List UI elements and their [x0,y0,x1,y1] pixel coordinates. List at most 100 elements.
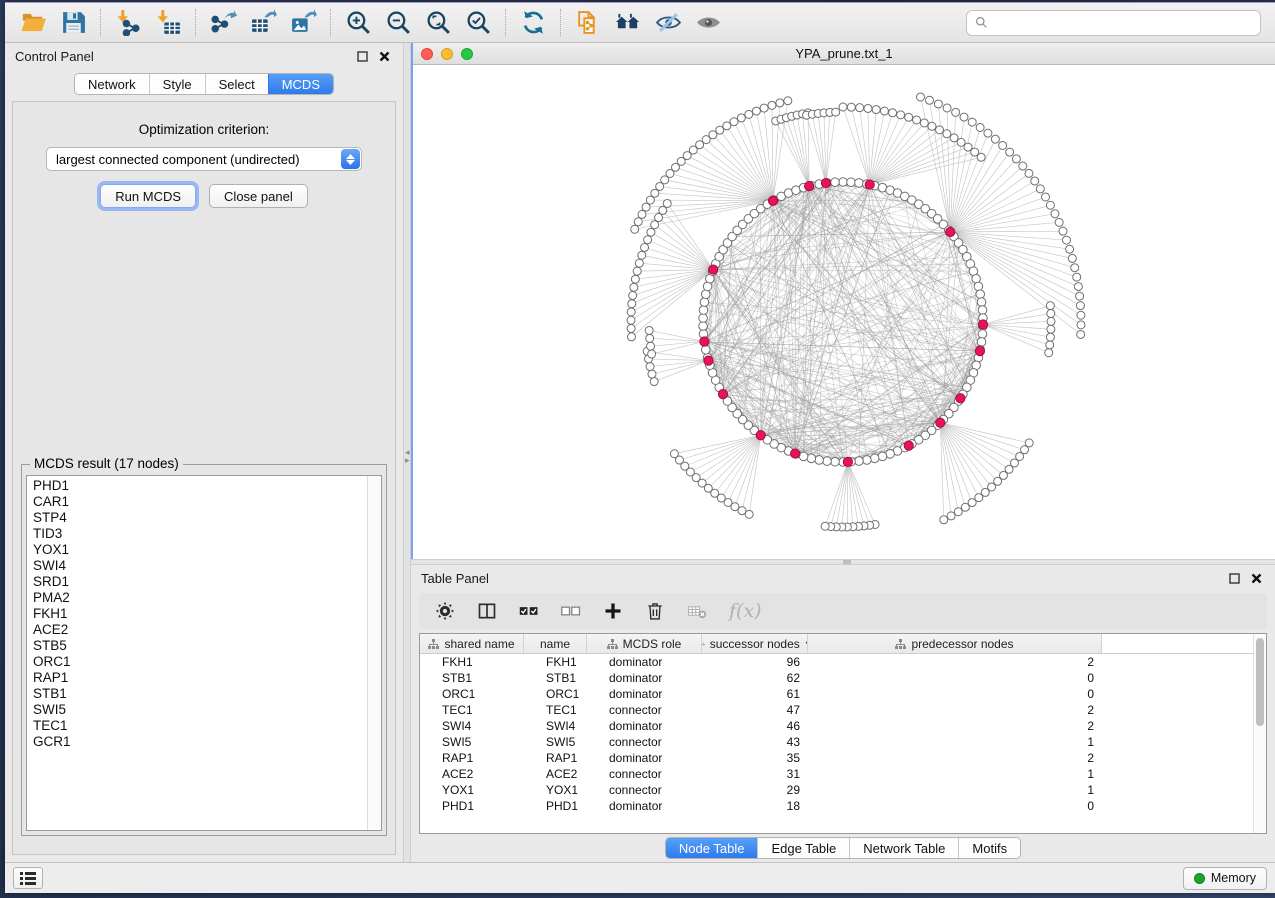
network-node[interactable] [977,153,985,161]
export-network-icon[interactable] [203,6,243,40]
network-node[interactable] [628,333,636,341]
network-node[interactable] [934,100,942,108]
cell-name[interactable]: STB1 [524,671,587,685]
network-hub-node[interactable] [936,418,945,427]
network-node[interactable] [935,126,943,134]
network-node[interactable] [943,130,951,138]
cell-name[interactable]: YOX1 [524,783,587,797]
network-node[interactable] [1046,333,1054,341]
network-hub-node[interactable] [865,180,874,189]
network-node[interactable] [1051,210,1059,218]
network-node[interactable] [1077,311,1085,319]
network-node[interactable] [647,342,655,350]
network-node[interactable] [651,221,659,229]
mcds-result-item[interactable]: YOX1 [33,542,367,558]
network-node[interactable] [977,298,986,307]
mcds-result-item[interactable]: SWI5 [33,702,367,718]
network-node[interactable] [839,103,847,111]
network-node[interactable] [641,243,649,251]
network-hub-node[interactable] [975,347,984,356]
network-hub-node[interactable] [946,227,955,236]
network-node[interactable] [1046,201,1054,209]
cell-successors[interactable]: 43 [702,735,808,749]
table-row-SWI5[interactable]: SWI5SWI5connector431 [420,734,1253,750]
network-node[interactable] [645,326,653,334]
network-node[interactable] [670,450,678,458]
cell-successors[interactable]: 35 [702,751,808,765]
cell-shared_name[interactable]: SWI4 [420,719,524,733]
cell-successors[interactable]: 47 [702,703,808,717]
network-node[interactable] [1077,330,1085,338]
network-node[interactable] [855,457,864,466]
task-history-button[interactable] [13,867,43,889]
network-node[interactable] [629,292,637,300]
network-node[interactable] [839,178,848,187]
network-node[interactable] [642,203,650,211]
mcds-result-item[interactable]: CAR1 [33,494,367,510]
cell-shared_name[interactable]: RAP1 [420,751,524,765]
network-hub-node[interactable] [718,390,727,399]
mcds-result-item[interactable]: PHD1 [33,478,367,494]
network-hub-node[interactable] [768,196,777,205]
horizontal-splitter[interactable] [411,559,1275,565]
network-node[interactable] [815,456,824,465]
network-node[interactable] [627,308,635,316]
network-node[interactable] [916,93,924,101]
table-row-ACE2[interactable]: ACE2ACE2connector311 [420,766,1253,782]
cell-role[interactable]: dominator [587,655,702,669]
column-header-role[interactable]: MCDS role [587,634,702,653]
network-node[interactable] [1059,227,1067,235]
mcds-result-item[interactable]: RAP1 [33,670,367,686]
network-node[interactable] [926,96,934,104]
close-panel-button[interactable]: Close panel [209,184,308,208]
network-node[interactable] [737,114,745,122]
network-node[interactable] [699,314,708,323]
table-row-FKH1[interactable]: FKH1FKH1dominator962 [420,654,1253,670]
network-node[interactable] [978,330,987,339]
network-node[interactable] [1076,302,1084,310]
network-node[interactable] [880,107,888,115]
network-node[interactable] [976,123,984,131]
network-node[interactable] [954,508,962,516]
search-input[interactable] [993,15,1252,30]
network-node[interactable] [627,325,635,333]
export-image-icon[interactable] [283,6,323,40]
cell-role[interactable]: connector [587,735,702,749]
table-settings-icon[interactable] [435,601,455,621]
network-node[interactable] [648,370,656,378]
mcds-result-item[interactable]: STB5 [33,638,367,654]
float-panel-icon[interactable] [353,47,371,65]
network-node[interactable] [897,111,905,119]
network-node[interactable] [1046,302,1054,310]
tab-network[interactable]: Network [75,74,149,94]
cell-role[interactable]: dominator [587,719,702,733]
network-node[interactable] [701,346,710,355]
mcds-list-scrollbar[interactable] [367,476,381,830]
mcds-result-item[interactable]: GCR1 [33,734,367,750]
network-hub-node[interactable] [700,337,709,346]
network-node[interactable] [1071,264,1079,272]
show-all-icon[interactable] [688,6,728,40]
zoom-in-icon[interactable] [338,6,378,40]
close-panel-icon[interactable] [375,47,393,65]
network-node[interactable] [700,298,709,307]
network-node[interactable] [947,512,955,520]
network-node[interactable] [960,113,968,121]
network-node[interactable] [1046,341,1054,349]
cell-successors[interactable]: 29 [702,783,808,797]
cell-predecessors[interactable]: 2 [808,703,1102,717]
network-node[interactable] [648,350,656,358]
network-hub-node[interactable] [956,394,965,403]
table-tab-node-table[interactable]: Node Table [666,838,758,858]
cell-role[interactable]: dominator [587,671,702,685]
network-node[interactable] [647,228,655,236]
cell-predecessors[interactable]: 1 [808,767,1102,781]
cell-shared_name[interactable]: SWI5 [420,735,524,749]
delete-columns-icon[interactable] [645,601,665,621]
network-node[interactable] [870,454,879,463]
tab-select[interactable]: Select [205,74,268,94]
table-row-YOX1[interactable]: YOX1YOX1connector291 [420,782,1253,798]
deselect-checkboxes-icon[interactable] [561,601,581,621]
network-node[interactable] [1055,218,1063,226]
column-header-successors[interactable]: successor nodes [702,634,808,653]
